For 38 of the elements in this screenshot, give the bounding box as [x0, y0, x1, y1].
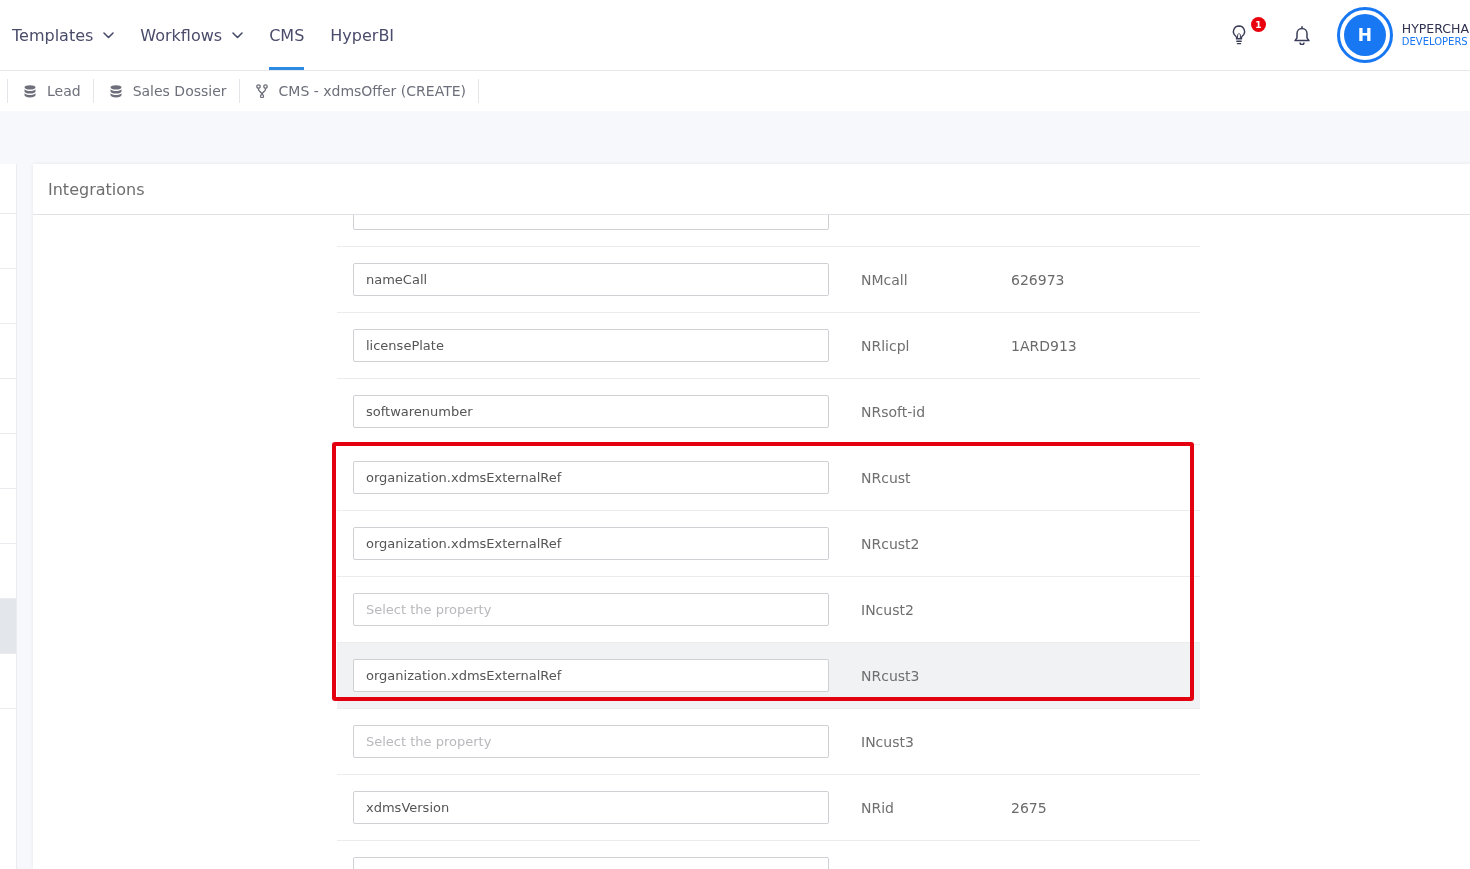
- field-code: NRcust2: [861, 535, 921, 552]
- nav-menu-item[interactable]: Workflows: [140, 0, 244, 70]
- property-field[interactable]: Select the property: [353, 725, 829, 758]
- field-code: NRid: [861, 799, 895, 816]
- property-field[interactable]: Select the property: [353, 593, 829, 626]
- sample-value: 1ARD913: [1011, 337, 1077, 354]
- bell-icon[interactable]: [1292, 25, 1311, 45]
- field-code: INcust3: [861, 733, 915, 750]
- fork-icon: [255, 84, 268, 98]
- database-icon: [24, 84, 36, 98]
- field-code: NRcust: [861, 469, 912, 486]
- property-field[interactable]: softwarenumber: [353, 395, 829, 428]
- user-name: HYPERCHA: [1401, 22, 1469, 37]
- nav-menu-item[interactable]: Templates: [12, 0, 115, 70]
- property-field[interactable]: organization.xdmsExternalRef: [353, 659, 829, 692]
- open-tab[interactable]: Lead: [7, 79, 93, 103]
- nav-menu-item[interactable]: HyperBI: [330, 0, 395, 70]
- field-code: INcust2: [861, 601, 915, 618]
- sample-value: 626973: [1011, 271, 1065, 288]
- lightbulb-icon[interactable]: [1230, 25, 1247, 45]
- field-code: NRlicpl: [861, 337, 911, 354]
- property-field[interactable]: licensePlate: [353, 329, 829, 362]
- notification-badge: 1: [1250, 17, 1266, 32]
- user-avatar[interactable]: H: [1336, 7, 1393, 63]
- field-code: NRcust3: [861, 667, 921, 684]
- list-row[interactable]: [0, 599, 16, 654]
- property-field[interactable]: nameCall: [353, 263, 829, 296]
- sample-value: 2675: [1011, 799, 1047, 816]
- property-field[interactable]: organization.xdmsExternalRef: [353, 461, 829, 494]
- user-role: DEVELOPERS: [1401, 36, 1469, 48]
- open-tab[interactable]: CMS - xdmsOffer (CREATE): [238, 79, 479, 103]
- field-code: NRsoft-id: [861, 403, 927, 420]
- property-field[interactable]: xdmsVersion: [353, 791, 829, 824]
- database-icon: [109, 84, 122, 98]
- panel-title: Integrations: [48, 179, 145, 199]
- field-code: NMcall: [861, 271, 909, 288]
- open-tab[interactable]: Sales Dossier: [92, 79, 239, 103]
- property-field[interactable]: organization.xdmsExternalRef: [353, 527, 829, 560]
